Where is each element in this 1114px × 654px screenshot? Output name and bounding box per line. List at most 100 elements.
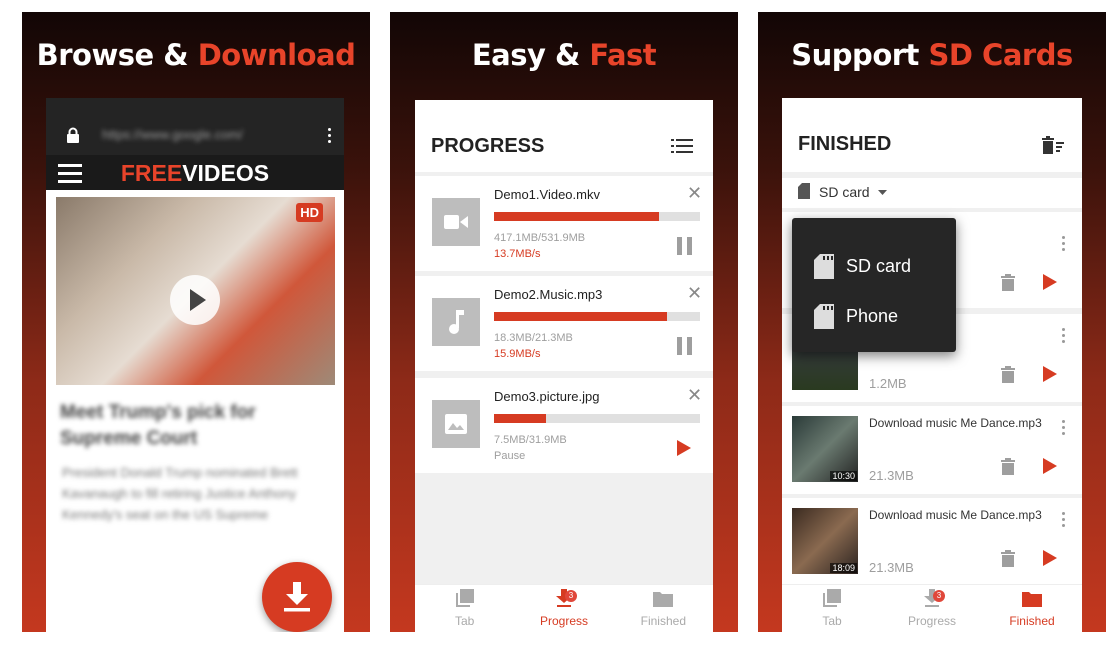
page-title: PROGRESS — [431, 135, 545, 157]
download-item[interactable]: Demo3.picture.jpg ✕ 7.5MB/31.9MB Pause — [415, 378, 713, 473]
page-title: FINISHED — [798, 133, 892, 155]
pause-icon[interactable] — [677, 237, 693, 260]
file-size: 7.5MB/31.9MB — [494, 434, 567, 446]
file-name: Demo3.picture.jpg — [494, 389, 600, 404]
download-item[interactable]: Demo1.Video.mkv ✕ 417.1MB/531.9MB 13.7MB… — [415, 176, 713, 271]
file-name: Demo2.Music.mp3 — [494, 287, 603, 302]
file-size: 21.3MB — [869, 560, 914, 575]
file-title: Download music Me Dance.mp3 — [869, 508, 1042, 522]
tab-progress[interactable]: 3 Progress — [882, 585, 982, 632]
tab-label: Progress — [907, 614, 957, 628]
panel-browse-download: Browse & Download https://www.google.com… — [22, 12, 370, 632]
panel-sd-cards: Support SD Cards FINISHED SD card ds Rid… — [758, 12, 1106, 632]
progress-header: PROGRESS — [415, 100, 713, 172]
finished-item[interactable]: 10:30 Download music Me Dance.mp3 21.3MB — [782, 406, 1082, 494]
close-icon[interactable]: ✕ — [687, 385, 702, 406]
media-thumbnail: 10:30 — [792, 416, 858, 482]
progress-screen: PROGRESS Demo1.Video.mkv ✕ 417.1MB/531.9… — [415, 100, 713, 632]
finished-item[interactable]: 18:09 Download music Me Dance.mp3 21.3MB — [782, 498, 1082, 586]
lock-icon — [67, 127, 79, 143]
play-icon[interactable] — [677, 440, 691, 461]
video-thumbnail[interactable]: HD — [56, 197, 335, 385]
download-status: Pause — [494, 450, 526, 462]
tab-tab[interactable]: Tab — [415, 585, 514, 632]
progress-bar — [494, 414, 700, 423]
video-camera-icon — [432, 198, 480, 246]
finished-header: FINISHED — [782, 98, 1082, 172]
more-vert-icon[interactable] — [1062, 236, 1066, 254]
badge-count: 3 — [564, 590, 577, 602]
file-size: 21.3MB — [869, 468, 914, 483]
browser-screen: https://www.google.com/ FREEVIDEOS HD Me… — [46, 98, 344, 632]
progress-bar — [494, 312, 700, 321]
caret-down-icon — [878, 190, 887, 195]
site-header: FREEVIDEOS — [46, 155, 344, 190]
url-bar[interactable]: https://www.google.com/ — [102, 127, 243, 142]
duration: 10:30 — [830, 471, 857, 481]
finished-icon — [653, 591, 674, 610]
pause-icon[interactable] — [677, 337, 693, 360]
more-vert-icon[interactable] — [1062, 420, 1066, 438]
file-size: 417.1MB/531.9MB — [494, 232, 586, 244]
play-icon[interactable] — [1043, 458, 1057, 479]
dropdown-option-phone[interactable]: Phone — [792, 290, 956, 330]
sd-card-icon — [798, 183, 810, 199]
tab-label: Finished — [640, 614, 686, 628]
more-vert-icon[interactable] — [1062, 328, 1066, 346]
sd-card-icon — [814, 304, 834, 329]
tab-tab[interactable]: Tab — [782, 585, 882, 632]
file-size: 18.3MB/21.3MB — [494, 332, 573, 344]
tab-finished[interactable]: Finished — [614, 585, 713, 632]
finished-icon — [1022, 591, 1042, 610]
storage-dropdown: SD card Phone — [792, 218, 956, 352]
storage-selector[interactable]: SD card — [782, 178, 1082, 208]
file-size: 1.2MB — [869, 376, 907, 391]
delete-all-icon[interactable] — [1042, 136, 1064, 154]
tab-finished[interactable]: Finished — [982, 585, 1082, 632]
tabs-icon — [823, 589, 841, 610]
delete-icon[interactable] — [1001, 550, 1015, 572]
panel-title: Support SD Cards — [791, 38, 1073, 72]
tab-label: Finished — [1009, 614, 1055, 628]
badge-count: 3 — [933, 590, 945, 602]
play-icon[interactable] — [1043, 274, 1057, 295]
more-vert-icon[interactable] — [1062, 512, 1066, 530]
download-icon — [284, 582, 310, 612]
download-status: 13.7MB/s — [494, 248, 541, 260]
delete-icon[interactable] — [1001, 274, 1015, 296]
close-icon[interactable]: ✕ — [687, 283, 702, 304]
article-body: President Donald Trump nominated Brett K… — [62, 465, 298, 522]
tab-label: Tab — [822, 614, 842, 628]
download-item[interactable]: Demo2.Music.mp3 ✕ 18.3MB/21.3MB 15.9MB/s — [415, 276, 713, 371]
play-icon[interactable] — [170, 275, 220, 325]
close-icon[interactable]: ✕ — [687, 183, 702, 204]
download-fab[interactable] — [262, 562, 332, 632]
list-icon[interactable] — [671, 138, 693, 154]
dropdown-option-sd-card[interactable]: SD card — [792, 240, 956, 280]
delete-icon[interactable] — [1001, 458, 1015, 480]
tab-progress[interactable]: 3 Progress — [514, 585, 613, 632]
media-thumbnail: 18:09 — [792, 508, 858, 574]
site-logo: FREEVIDEOS — [120, 160, 270, 186]
browser-toolbar: https://www.google.com/ — [46, 98, 344, 155]
bottom-nav: Tab 3 Progress Finished — [782, 584, 1082, 632]
delete-icon[interactable] — [1001, 366, 1015, 388]
file-name: Demo1.Video.mkv — [494, 187, 600, 202]
sd-card-icon — [814, 254, 834, 279]
hd-badge: HD — [296, 203, 323, 222]
tab-label: Tab — [454, 614, 475, 628]
progress-bar — [494, 212, 700, 221]
more-vert-icon[interactable] — [328, 128, 332, 146]
tabs-icon — [455, 589, 474, 610]
music-note-icon — [432, 298, 480, 346]
storage-label: SD card — [819, 184, 870, 200]
tab-label: Progress — [539, 614, 588, 628]
panel-title: Easy & Fast — [471, 38, 657, 72]
play-icon[interactable] — [1043, 550, 1057, 571]
file-title: Download music Me Dance.mp3 — [869, 416, 1042, 430]
download-status: 15.9MB/s — [494, 348, 541, 360]
article-headline[interactable]: Meet Trump's pick for Supreme Court — [60, 400, 310, 452]
play-icon[interactable] — [1043, 366, 1057, 387]
duration: 18:09 — [830, 563, 857, 573]
finished-screen: FINISHED SD card ds Ridge 1080p e I am t… — [782, 98, 1082, 632]
